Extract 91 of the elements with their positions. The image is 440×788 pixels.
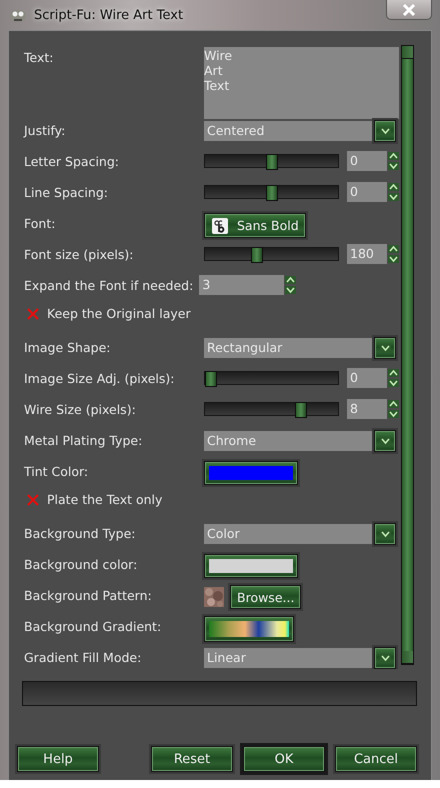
field-label: Background Type: [24, 525, 136, 541]
close-button[interactable] [386, 0, 432, 20]
number-field[interactable]: 0 [347, 151, 387, 171]
gradient-button[interactable] [204, 616, 294, 642]
spin-up-button[interactable] [285, 276, 296, 284]
up-arrow-icon [388, 183, 399, 191]
spin-up-button[interactable] [388, 183, 399, 191]
down-arrow-icon [380, 654, 390, 662]
down-arrow-icon [388, 379, 399, 387]
down-arrow-icon [380, 344, 390, 352]
field-label: Line Spacing: [24, 184, 109, 200]
slider-handle[interactable] [205, 371, 217, 387]
dialog-button[interactable]: Help [17, 746, 99, 772]
dialog-button[interactable]: Reset [151, 746, 233, 772]
slider-track[interactable] [204, 154, 339, 168]
slider-handle[interactable] [266, 185, 278, 201]
spin-down-button[interactable] [388, 379, 399, 387]
field-label: Tint Color: [24, 463, 90, 479]
number-field[interactable]: 3 [199, 275, 284, 295]
text-area[interactable]: Wire Art Text [204, 47, 399, 119]
number-field[interactable]: 8 [347, 399, 387, 419]
dropdown-button[interactable] [374, 430, 396, 452]
spin-up-button[interactable] [388, 369, 399, 377]
dialog-button[interactable]: OK [243, 746, 325, 772]
down-arrow-icon [380, 437, 390, 445]
field-label: Image Size Adj. (pixels): [24, 370, 176, 386]
up-arrow-icon [388, 245, 399, 253]
number-field[interactable]: 0 [347, 182, 387, 202]
spin-down-button[interactable] [285, 286, 296, 294]
up-arrow-icon [388, 400, 399, 408]
field-label: Gradient Fill Mode: [24, 649, 142, 665]
spin-down-button[interactable] [388, 255, 399, 263]
spin-up-button[interactable] [388, 400, 399, 408]
dropdown-field[interactable]: Rectangular [204, 338, 372, 358]
scrollbar[interactable] [401, 45, 414, 665]
field-label: Background Pattern: [24, 587, 153, 603]
down-arrow-icon [380, 530, 390, 538]
window-title: Script-Fu: Wire Art Text [34, 8, 184, 22]
field-label: Wire Size (pixels): [24, 401, 137, 417]
font-icon [211, 216, 229, 234]
dropdown-button[interactable] [374, 523, 396, 545]
down-arrow-icon [285, 286, 296, 294]
dropdown-button[interactable] [374, 120, 396, 142]
dropdown-field[interactable]: Linear [204, 648, 372, 668]
pattern-preview[interactable] [204, 587, 224, 607]
browse-button[interactable]: Browse... [230, 585, 302, 609]
down-arrow-icon [380, 127, 390, 135]
dropdown-field[interactable]: Color [204, 524, 372, 544]
app-icon [8, 7, 28, 23]
spin-down-button[interactable] [388, 410, 399, 418]
color-button[interactable] [204, 461, 298, 485]
up-arrow-icon [285, 276, 296, 284]
field-label: Justify: [24, 122, 66, 138]
dropdown-field[interactable]: Chrome [204, 431, 372, 451]
slider-handle[interactable] [250, 247, 263, 263]
down-arrow-icon [388, 410, 399, 418]
dropdown-button[interactable] [374, 647, 396, 669]
dialog-button[interactable]: Cancel [335, 746, 417, 772]
number-field[interactable]: 180 [347, 244, 387, 264]
slider-track[interactable] [204, 371, 339, 385]
field-label: Background Gradient: [24, 618, 162, 634]
checkbox-label[interactable]: Plate the Text only [47, 492, 162, 507]
spin-down-button[interactable] [388, 162, 399, 170]
up-arrow-icon [388, 369, 399, 377]
color-button[interactable] [204, 554, 298, 578]
field-label: Font size (pixels): [24, 246, 134, 262]
slider-track[interactable] [204, 247, 339, 261]
slider-track[interactable] [204, 402, 339, 416]
field-label: Font: [24, 215, 56, 231]
dropdown-button[interactable] [374, 337, 396, 359]
checkbox-label[interactable]: Keep the Original layer [47, 306, 191, 321]
slider-track[interactable] [204, 185, 339, 199]
down-arrow-icon [388, 255, 399, 263]
field-label: Text: [24, 49, 54, 65]
down-arrow-icon [388, 193, 399, 201]
field-label: Metal Plating Type: [24, 432, 144, 448]
field-label: Background color: [24, 556, 138, 572]
slider-handle[interactable] [266, 154, 278, 170]
close-icon [402, 4, 416, 16]
field-label: Image Shape: [24, 339, 112, 355]
dropdown-field[interactable]: Centered [204, 121, 372, 141]
spin-up-button[interactable] [388, 245, 399, 253]
down-arrow-icon [388, 162, 399, 170]
font-button[interactable]: Sans Bold [204, 213, 306, 238]
up-arrow-icon [388, 152, 399, 160]
spin-down-button[interactable] [388, 193, 399, 201]
slider-handle[interactable] [294, 402, 307, 418]
number-field[interactable]: 0 [347, 368, 387, 388]
field-label: Expand the Font if needed: [24, 277, 194, 293]
spin-up-button[interactable] [388, 152, 399, 160]
field-label: Letter Spacing: [24, 153, 120, 169]
